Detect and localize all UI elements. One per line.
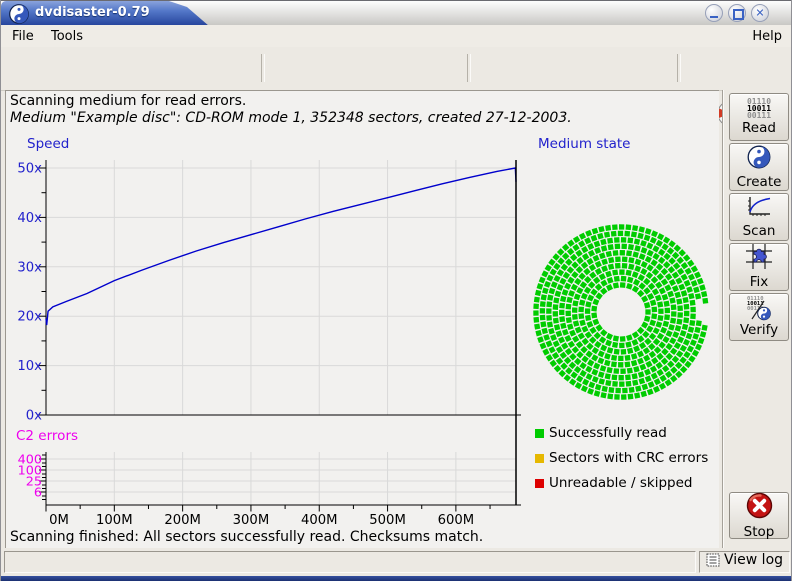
toolbar: Optical drive 52X FW 1.02 011 10011 0011… — [1, 47, 792, 91]
scan-chart-icon — [746, 195, 772, 222]
close-button[interactable]: ✕ — [751, 4, 769, 22]
statusbar-message-area — [4, 551, 696, 573]
view-log-section: View log — [699, 551, 790, 573]
stop-icon — [746, 492, 773, 523]
scan-button[interactable]: Scan — [729, 193, 789, 241]
create-yinyang-icon — [747, 145, 771, 173]
legend-item-crc: Sectors with CRC errors — [535, 452, 708, 464]
status-line-2: Medium "Example disc": CD-ROM mode 1, 35… — [10, 110, 572, 126]
speed-chart-title: Speed — [27, 136, 69, 152]
legend-item-success: Successfully read — [535, 427, 667, 439]
menu-file[interactable]: File — [6, 27, 40, 46]
window-title: dvdisaster-0.79 — [35, 5, 150, 20]
log-list-icon — [706, 553, 720, 567]
window-bottom-border — [1, 576, 792, 581]
fix-puzzle-icon — [746, 244, 772, 273]
app-window: dvdisaster-0.79 ✕ File Tools Help Optica… — [0, 0, 792, 581]
legend-item-unreadable: Unreadable / skipped — [535, 477, 692, 489]
maximize-button[interactable] — [728, 4, 746, 22]
c2-errors-title: C2 errors — [16, 428, 78, 444]
read-button[interactable]: 01110 10011 00111 Read — [729, 93, 789, 141]
main-panel: Scanning medium for read errors. Medium … — [5, 90, 719, 548]
legend-swatch-yellow — [535, 454, 544, 463]
view-log-button[interactable]: View log — [700, 552, 789, 568]
menubar: File Tools Help — [1, 25, 792, 48]
scan-result-message: Scanning finished: All sectors successfu… — [10, 529, 483, 545]
medium-state-title: Medium state — [538, 136, 630, 152]
toolbar-separator — [261, 54, 265, 82]
stop-button[interactable]: Stop — [729, 492, 789, 539]
titlebar[interactable]: dvdisaster-0.79 ✕ — [1, 0, 792, 25]
minimize-button[interactable] — [705, 4, 723, 22]
menu-help[interactable]: Help — [746, 27, 788, 46]
verify-button[interactable]: 01110 10011 00111 Verify — [729, 293, 789, 341]
legend-swatch-green — [535, 429, 544, 438]
fix-button[interactable]: Fix — [729, 243, 789, 291]
status-line-1: Scanning medium for read errors. — [10, 93, 246, 109]
read-binary-icon: 01110 10011 00111 — [747, 98, 771, 119]
create-button[interactable]: Create — [729, 143, 789, 191]
action-sidebar: 01110 10011 00111 Read Create — [723, 90, 792, 548]
toolbar-separator — [467, 54, 471, 82]
toolbar-separator — [677, 54, 681, 82]
menu-tools[interactable]: Tools — [45, 27, 89, 46]
legend-swatch-red — [535, 479, 544, 488]
verify-compare-icon: 01110 10011 00111 — [746, 297, 772, 321]
statusbar: View log — [1, 548, 792, 576]
